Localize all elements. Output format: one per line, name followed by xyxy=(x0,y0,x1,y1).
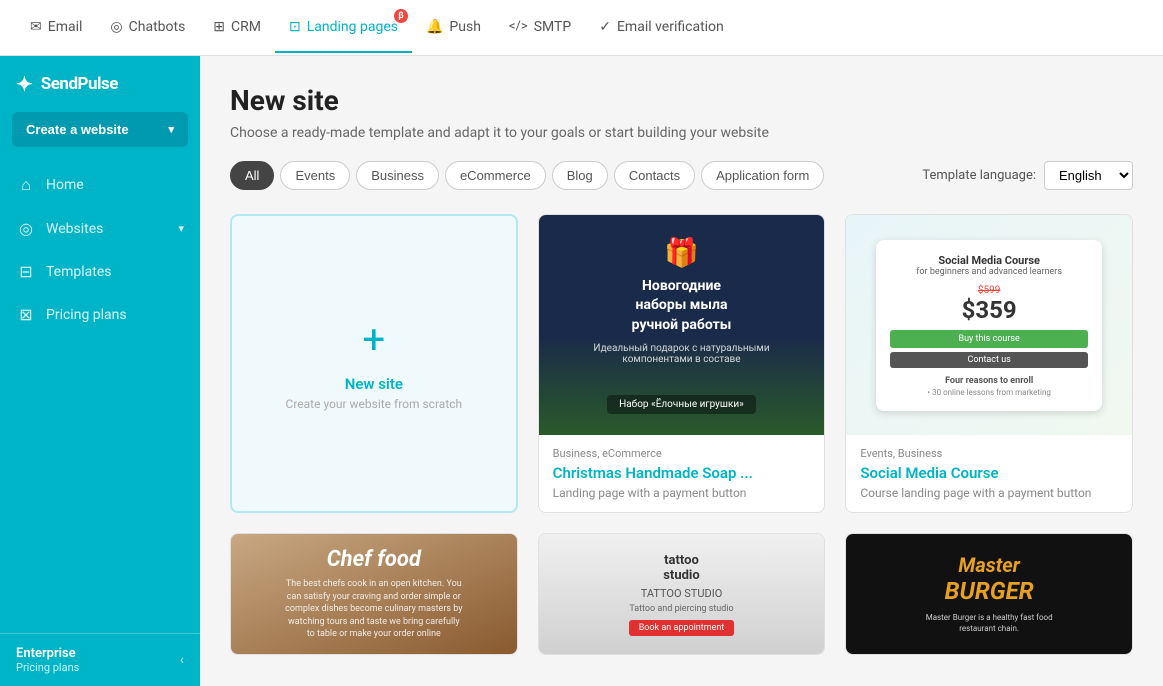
enterprise-sublabel: Pricing plans xyxy=(16,661,79,674)
page-title: New site xyxy=(230,84,1133,117)
templates-icon: ⊟ xyxy=(16,262,36,281)
sidebar-item-templates[interactable]: ⊟ Templates xyxy=(0,250,200,293)
landing-icon: ⊡ xyxy=(289,19,301,35)
christmas-card-title: Christmas Handmade Soap ... xyxy=(553,464,811,482)
nav-landing-pages[interactable]: ⊡ Landing pages β xyxy=(275,3,412,53)
filter-business[interactable]: Business xyxy=(356,161,439,190)
new-site-card[interactable]: + New site Create your website from scra… xyxy=(230,214,518,513)
nav-push[interactable]: 🔔 Push xyxy=(412,3,495,53)
christmas-card-desc: Landing page with a payment button xyxy=(553,486,811,500)
nav-chatbots[interactable]: ◎ Chatbots xyxy=(96,3,199,53)
template-card-christmas-soap[interactable]: 🎁 Новогодниенаборы мыларучной работы Иде… xyxy=(538,214,826,513)
chatbots-icon: ◎ xyxy=(110,19,122,35)
enterprise-label: Enterprise xyxy=(16,646,79,661)
sidebar-nav: ⌂ Home ◎ Websites ▾ ⊟ Templates ⊠ Pricin… xyxy=(0,163,200,633)
social-card-title: Social Media Course xyxy=(860,464,1118,482)
logo-text: SendPulse xyxy=(41,74,118,94)
sidebar-item-pricing-plans[interactable]: ⊠ Pricing plans xyxy=(0,293,200,336)
nav-email[interactable]: ✉ Email xyxy=(16,3,96,53)
social-card-desc: Course landing page with a payment butto… xyxy=(860,486,1118,500)
sidebar-enterprise-info: Enterprise Pricing plans xyxy=(16,646,79,674)
template-card-social-course[interactable]: Social Media Course for beginners and ad… xyxy=(845,214,1133,513)
home-icon: ⌂ xyxy=(16,175,36,195)
smtp-icon: </> xyxy=(509,19,528,34)
page-subtitle: Choose a ready-made template and adapt i… xyxy=(230,125,1133,141)
beta-badge: β xyxy=(394,9,408,23)
christmas-card-category: Business, eCommerce xyxy=(553,447,811,460)
filter-all[interactable]: All xyxy=(230,161,274,190)
new-site-plus-icon: + xyxy=(362,316,385,363)
template-language-selector: Template language: English Russian Spani… xyxy=(922,161,1133,190)
logo: ✦ SendPulse xyxy=(0,56,200,112)
template-grid: + New site Create your website from scra… xyxy=(230,214,1133,655)
sidebar-collapse-icon[interactable]: ‹ xyxy=(180,652,184,668)
filter-pills: All Events Business eCommerce Blog Conta… xyxy=(230,161,824,190)
email-icon: ✉ xyxy=(30,19,42,35)
tattoo-card-image: tattoostudio TATTOO STUDIO Tattoo and pi… xyxy=(539,534,825,654)
language-select[interactable]: English Russian Spanish German xyxy=(1044,161,1133,190)
nav-email-verification[interactable]: ✓ Email verification xyxy=(585,3,738,53)
filter-events[interactable]: Events xyxy=(280,161,350,190)
logo-icon: ✦ xyxy=(16,72,33,96)
filter-blog[interactable]: Blog xyxy=(552,161,608,190)
push-icon: 🔔 xyxy=(426,19,443,35)
filter-contacts[interactable]: Contacts xyxy=(614,161,695,190)
crm-icon: ⊞ xyxy=(213,19,225,35)
sidebar-item-websites[interactable]: ◎ Websites ▾ xyxy=(0,207,200,250)
main-content: New site Choose a ready-made template an… xyxy=(200,56,1163,686)
new-site-subtitle: Create your website from scratch xyxy=(286,397,463,411)
verification-icon: ✓ xyxy=(599,19,611,35)
christmas-card-image: 🎁 Новогодниенаборы мыларучной работы Иде… xyxy=(539,215,825,435)
top-nav: ✉ Email ◎ Chatbots ⊞ CRM ⊡ Landing pages… xyxy=(16,3,1147,53)
websites-icon: ◎ xyxy=(16,219,36,238)
sidebar-item-home[interactable]: ⌂ Home xyxy=(0,163,200,207)
websites-expand-icon: ▾ xyxy=(178,222,184,235)
filter-application-form[interactable]: Application form xyxy=(701,161,824,190)
chef-card-image: Chef food The best chefs cook in an open… xyxy=(231,534,517,654)
dropdown-arrow-icon: ▾ xyxy=(168,123,174,136)
nav-crm[interactable]: ⊞ CRM xyxy=(199,3,275,53)
nav-smtp[interactable]: </> SMTP xyxy=(495,3,585,53)
create-website-button[interactable]: Create a website ▾ xyxy=(12,112,188,147)
social-card-category: Events, Business xyxy=(860,447,1118,460)
pricing-icon: ⊠ xyxy=(16,305,36,324)
filter-ecommerce[interactable]: eCommerce xyxy=(445,161,546,190)
burger-card-image: MasterBURGER Master Burger is a healthy … xyxy=(846,534,1132,654)
sidebar: ✦ SendPulse Create a website ▾ ⌂ Home ◎ … xyxy=(0,56,200,686)
template-lang-label: Template language: xyxy=(922,168,1036,183)
social-card-image: Social Media Course for beginners and ad… xyxy=(846,215,1132,435)
template-card-chef-food[interactable]: Chef food The best chefs cook in an open… xyxy=(230,533,518,655)
template-card-tattoo-studio[interactable]: tattoostudio TATTOO STUDIO Tattoo and pi… xyxy=(538,533,826,655)
new-site-title: New site xyxy=(345,375,403,393)
template-card-master-burger[interactable]: MasterBURGER Master Burger is a healthy … xyxy=(845,533,1133,655)
